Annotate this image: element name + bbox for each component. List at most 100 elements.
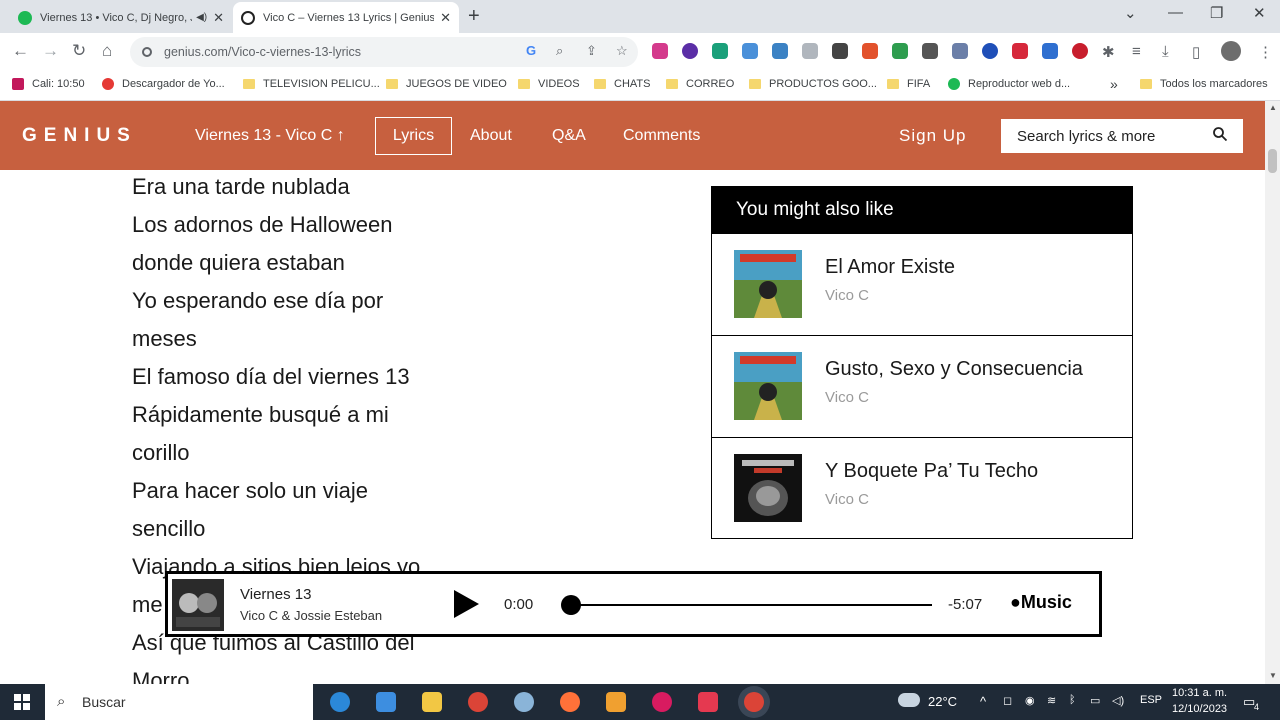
weather-temp[interactable]: 22°C [928,694,957,709]
sign-up-link[interactable]: Sign Up [899,126,966,146]
page-scrollbar[interactable]: ▲ ▼ [1265,101,1280,684]
edge-icon[interactable] [330,692,350,712]
nav-comments[interactable]: Comments [623,127,700,145]
nav-lyrics[interactable]: Lyrics [375,117,452,155]
extension-icon[interactable] [652,43,668,59]
file-explorer-icon[interactable] [422,692,442,712]
scrollbar-thumb[interactable] [1268,149,1277,173]
extension-icon[interactable] [892,43,908,59]
bookmark-folder[interactable]: VIDEOS [518,78,580,90]
clock-time[interactable]: 10:31 a. m. [1172,687,1227,699]
close-icon[interactable]: ✕ [213,10,224,26]
extension-icon[interactable] [1042,43,1058,59]
minimize-icon[interactable]: — [1168,4,1183,21]
menu-kebab-icon[interactable]: ⋮ [1258,43,1273,61]
volume-icon[interactable]: ◁) [1112,694,1124,707]
extension-icon[interactable] [952,43,968,59]
lyric-line[interactable]: Era una tarde nublada [132,168,472,206]
lyric-line[interactable]: Rápidamente busqué a mi [132,396,472,434]
extension-icon[interactable] [712,43,728,59]
extensions-puzzle-icon[interactable]: ✱ [1102,43,1115,61]
forward-icon[interactable]: → [42,41,59,61]
tab-spotify[interactable]: Viernes 13 • Vico C, Dj Negro, J ◀) ✕ [10,2,232,33]
speaker-icon[interactable]: ◀) [196,12,207,23]
lyric-line[interactable]: sencillo [132,510,472,548]
progress-track[interactable] [568,604,932,606]
share-icon[interactable]: ⇪ [586,43,597,59]
bookmark-folder[interactable]: CHATS [594,78,650,90]
bookmark-folder[interactable]: JUEGOS DE VIDEO [386,78,507,90]
genius-logo[interactable]: GENIUS [22,125,137,147]
language-indicator[interactable]: ESP [1140,694,1162,706]
lyric-line[interactable]: El famoso día del viernes 13 [132,358,472,396]
extension-icon[interactable] [802,43,818,59]
wifi-icon[interactable]: ≋ [1047,694,1056,707]
clock-date[interactable]: 12/10/2023 [1172,703,1227,715]
lyric-line[interactable]: donde quiera estaban [132,244,472,282]
scroll-up-icon[interactable]: ▲ [1269,103,1277,112]
lyric-line[interactable]: Los adornos de Halloween [132,206,472,244]
zoom-icon[interactable]: ⌕ [556,43,563,59]
bookmark-folder[interactable]: FIFA [887,78,930,90]
app-icon[interactable] [514,692,534,712]
media-control-icon[interactable]: ≡ [1132,43,1141,60]
extension-icon[interactable] [832,43,848,59]
reload-icon[interactable]: ↻ [72,41,86,61]
close-icon[interactable]: ✕ [440,10,451,26]
tab-search-chevron-icon[interactable]: ⌄ [1124,4,1137,22]
windows-start-icon[interactable] [14,694,30,710]
extension-icon[interactable] [1072,43,1088,59]
site-info-icon[interactable] [142,47,152,57]
bookmark-folder[interactable]: TELEVISION PELICU... [243,78,380,90]
bookmark-item[interactable]: Cali: 10:50 [12,78,85,90]
battery-icon[interactable]: ▭ [1090,694,1100,707]
tray-chevron-icon[interactable]: ^ [980,694,986,709]
avatar[interactable] [1221,41,1241,61]
google-lens-icon[interactable]: G [526,43,536,58]
bookmark-item[interactable]: Descargador de Yo... [102,78,225,90]
tray-icon[interactable]: ◻ [1003,694,1012,707]
weather-cloud-icon[interactable] [898,693,920,707]
downloads-icon[interactable]: ⤓ [1162,43,1169,60]
bookmark-star-icon[interactable]: ☆ [616,43,628,59]
header-song-title[interactable]: Viernes 13 - Vico C ↑ [195,127,345,145]
recommendation-item[interactable]: El Amor Existe Vico C [712,233,1132,335]
media-player-icon[interactable] [606,692,626,712]
bookmarks-overflow-icon[interactable]: » [1110,76,1118,92]
side-panel-icon[interactable]: ▯ [1192,43,1200,61]
nav-qa[interactable]: Q&A [552,127,586,145]
nav-about[interactable]: About [470,127,512,145]
new-tab-icon[interactable]: + [468,5,480,28]
lyric-line[interactable]: Yo esperando ese día por [132,282,472,320]
lyric-line[interactable]: meses [132,320,472,358]
lyric-line[interactable]: Para hacer solo un viaje [132,472,472,510]
taskbar-search-box[interactable]: ⌕ Buscar [45,684,313,720]
extension-icon[interactable] [982,43,998,59]
recommendation-item[interactable]: Y Boquete Pa’ Tu Techo Vico C [712,437,1132,539]
lyric-line[interactable]: corillo [132,434,472,472]
scroll-down-icon[interactable]: ▼ [1269,671,1277,680]
tab-genius[interactable]: Vico C – Viernes 13 Lyrics | Genius ✕ [233,2,459,33]
extension-icon[interactable] [862,43,878,59]
extension-icon[interactable] [1012,43,1028,59]
progress-handle[interactable] [561,595,581,615]
extension-icon[interactable] [922,43,938,59]
chrome-active-icon[interactable] [744,692,764,712]
firefox-icon[interactable] [560,692,580,712]
app-icon[interactable] [698,692,718,712]
extension-icon[interactable] [772,43,788,59]
app-icon[interactable] [652,692,672,712]
play-icon[interactable] [454,590,479,618]
extension-icon[interactable] [682,43,698,59]
maximize-icon[interactable]: ❐ [1210,4,1223,22]
all-bookmarks-folder[interactable]: Todos los marcadores [1140,78,1268,90]
recommendation-item[interactable]: Gusto, Sexo y Consecuencia Vico C [712,335,1132,437]
search-icon[interactable] [1213,127,1227,141]
apple-music-logo[interactable]: ●Music [1010,592,1072,613]
bluetooth-icon[interactable]: ᛒ [1069,694,1076,706]
home-icon[interactable]: ⌂ [102,41,112,61]
bookmark-folder[interactable]: PRODUCTOS GOO... [749,78,877,90]
window-close-icon[interactable]: ✕ [1253,4,1266,22]
extension-icon[interactable] [742,43,758,59]
back-icon[interactable]: ← [12,41,29,61]
